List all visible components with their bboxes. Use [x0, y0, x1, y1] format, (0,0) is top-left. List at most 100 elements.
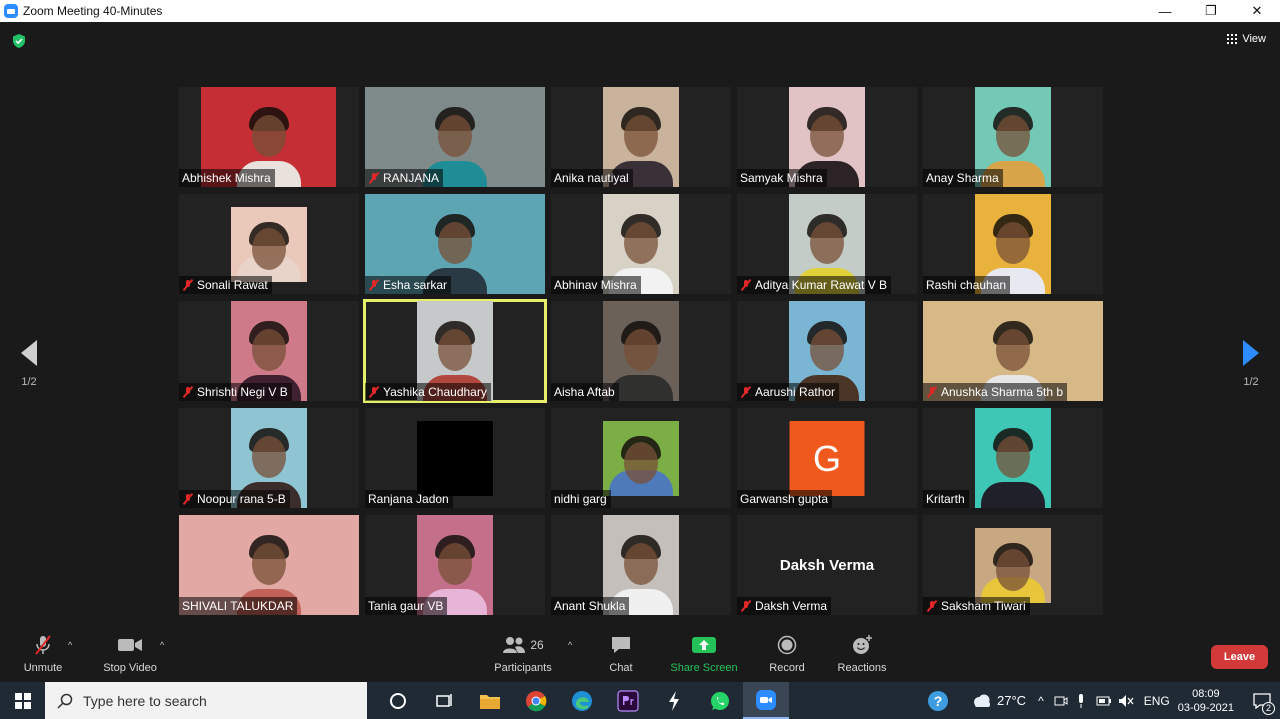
encryption-shield-icon[interactable]: [12, 34, 26, 48]
participant-name-label: RANJANA: [365, 169, 444, 187]
participant-name: SHIVALI TALUKDAR: [182, 599, 294, 613]
zoom-icon: [756, 689, 776, 710]
cortana-button[interactable]: [375, 682, 421, 719]
record-label: Record: [769, 662, 805, 674]
start-button[interactable]: [0, 682, 45, 719]
mic-muted-icon: [182, 493, 194, 505]
participant-name-label: nidhi garg: [551, 490, 611, 508]
participant-tile[interactable]: Kritarth: [923, 408, 1103, 508]
participant-tile[interactable]: Aisha Aftab: [551, 301, 731, 401]
language-indicator[interactable]: ENG: [1144, 694, 1170, 708]
tray-chevron-icon[interactable]: ^: [1038, 694, 1044, 708]
minimize-button[interactable]: —: [1142, 0, 1188, 22]
participant-name: Kritarth: [926, 492, 965, 506]
participant-name: Ranjana Jadon: [368, 492, 449, 506]
video-person-face: [810, 329, 844, 371]
participant-name-label: Aarushi Rathor: [737, 383, 840, 401]
zoom-taskbar-button[interactable]: [743, 682, 789, 719]
participant-tile[interactable]: nidhi garg: [551, 408, 731, 508]
participant-tile[interactable]: Esha sarkar: [365, 194, 545, 294]
participant-tile[interactable]: Shrishti Negi V B: [179, 301, 359, 401]
audio-options-caret-icon[interactable]: ^: [68, 640, 72, 650]
leave-button[interactable]: Leave: [1211, 645, 1268, 669]
weather-cloud-icon[interactable]: [971, 693, 993, 709]
microphone-icon[interactable]: [1076, 693, 1086, 709]
participants-options-caret-icon[interactable]: ^: [568, 640, 572, 650]
close-button[interactable]: ✕: [1234, 0, 1280, 22]
participant-name-label: Shrishti Negi V B: [179, 383, 292, 401]
participant-tile[interactable]: Aarushi Rathor: [737, 301, 917, 401]
file-explorer-button[interactable]: [467, 682, 513, 719]
participant-tile[interactable]: Abhishek Mishra: [179, 87, 359, 187]
participants-label: Participants: [494, 662, 552, 674]
view-button[interactable]: View: [1227, 33, 1266, 45]
notification-center-button[interactable]: 2: [1244, 682, 1280, 719]
participant-name: Tania gaur VB: [368, 599, 444, 613]
participant-tile[interactable]: Anay Sharma: [923, 87, 1103, 187]
participant-tile[interactable]: Anika nautiyal: [551, 87, 731, 187]
participant-tile[interactable]: SHIVALI TALUKDAR: [179, 515, 359, 615]
participants-button[interactable]: 26 Participants: [483, 630, 563, 680]
participant-tile[interactable]: Daksh Verma Daksh Verma: [737, 515, 917, 615]
mic-muted-icon: [926, 386, 938, 398]
arrow-left-icon: [21, 340, 37, 366]
participant-name: Sonali Rawat: [197, 278, 268, 292]
restore-button[interactable]: ❐: [1188, 0, 1234, 22]
participant-tile[interactable]: Sonali Rawat: [179, 194, 359, 294]
taskbar-search-box[interactable]: Type here to search: [45, 682, 367, 719]
participant-tile[interactable]: G Garwansh gupta: [737, 408, 917, 508]
mic-muted-icon: [740, 600, 752, 612]
participant-name-label: Yashika Chaudhary: [365, 383, 491, 401]
taskbar-clock[interactable]: 08:09 03-09-2021: [1178, 687, 1234, 715]
record-button[interactable]: Record: [747, 630, 827, 680]
system-tray: ? 27°C ^ ENG 08:09 03-09-2021 2: [927, 682, 1280, 719]
premiere-pro-button[interactable]: [605, 682, 651, 719]
unmute-button[interactable]: Unmute: [3, 630, 83, 680]
participant-tile[interactable]: Saksham Tiwari: [923, 515, 1103, 615]
page-indicator-left: 1/2: [21, 376, 37, 388]
participant-tile[interactable]: Noopur rana 5-B: [179, 408, 359, 508]
participant-display-name: Daksh Verma: [779, 557, 875, 574]
stop-video-button[interactable]: Stop Video: [90, 630, 170, 680]
weather-temp[interactable]: 27°C: [997, 693, 1026, 708]
lightning-app-button[interactable]: [651, 682, 697, 719]
mic-muted-icon: [926, 600, 938, 612]
clock-date: 03-09-2021: [1177, 701, 1234, 714]
participant-tile[interactable]: Abhinav Mishra: [551, 194, 731, 294]
help-icon[interactable]: ?: [927, 690, 949, 712]
page-indicator-right: 1/2: [1243, 376, 1259, 388]
participant-tile[interactable]: Anant Shukla: [551, 515, 731, 615]
reactions-button[interactable]: Reactions: [822, 630, 902, 680]
speaker-muted-icon[interactable]: [1118, 694, 1134, 708]
participant-name: Esha sarkar: [383, 278, 448, 292]
chat-button[interactable]: Chat: [581, 630, 661, 680]
edge-button[interactable]: [559, 682, 605, 719]
meet-now-icon[interactable]: [1054, 694, 1068, 708]
next-page-button[interactable]: 1/2: [1236, 340, 1266, 388]
share-screen-icon: [692, 637, 716, 653]
participant-tile[interactable]: Ranjana Jadon: [365, 408, 545, 508]
video-options-caret-icon[interactable]: ^: [160, 640, 164, 650]
previous-page-button[interactable]: 1/2: [14, 340, 44, 388]
participant-name: Abhishek Mishra: [182, 171, 271, 185]
participant-tile[interactable]: Yashika Chaudhary: [363, 299, 547, 403]
chrome-button[interactable]: [513, 682, 559, 719]
participant-name: Abhinav Mishra: [554, 278, 637, 292]
participant-tile[interactable]: Rashi chauhan: [923, 194, 1103, 294]
participant-name-label: Noopur rana 5-B: [179, 490, 290, 508]
video-person-face: [996, 436, 1030, 478]
participant-tile[interactable]: Samyak Mishra: [737, 87, 917, 187]
clock-time: 08:09: [1192, 687, 1220, 700]
participant-tile[interactable]: Aditya Kumar Rawat V B: [737, 194, 917, 294]
participant-tile[interactable]: RANJANA: [365, 87, 545, 187]
participant-name: Aditya Kumar Rawat V B: [755, 278, 888, 292]
share-screen-button[interactable]: Share Screen: [664, 630, 744, 680]
participant-name-label: Garwansh gupta: [737, 490, 833, 508]
video-person-face: [438, 543, 472, 585]
mic-muted-icon: [368, 386, 380, 398]
battery-icon[interactable]: [1096, 695, 1112, 707]
whatsapp-button[interactable]: [697, 682, 743, 719]
participant-tile[interactable]: Tania gaur VB: [365, 515, 545, 615]
participant-tile[interactable]: Anushka Sharma 5th b: [923, 301, 1103, 401]
task-view-button[interactable]: [421, 682, 467, 719]
